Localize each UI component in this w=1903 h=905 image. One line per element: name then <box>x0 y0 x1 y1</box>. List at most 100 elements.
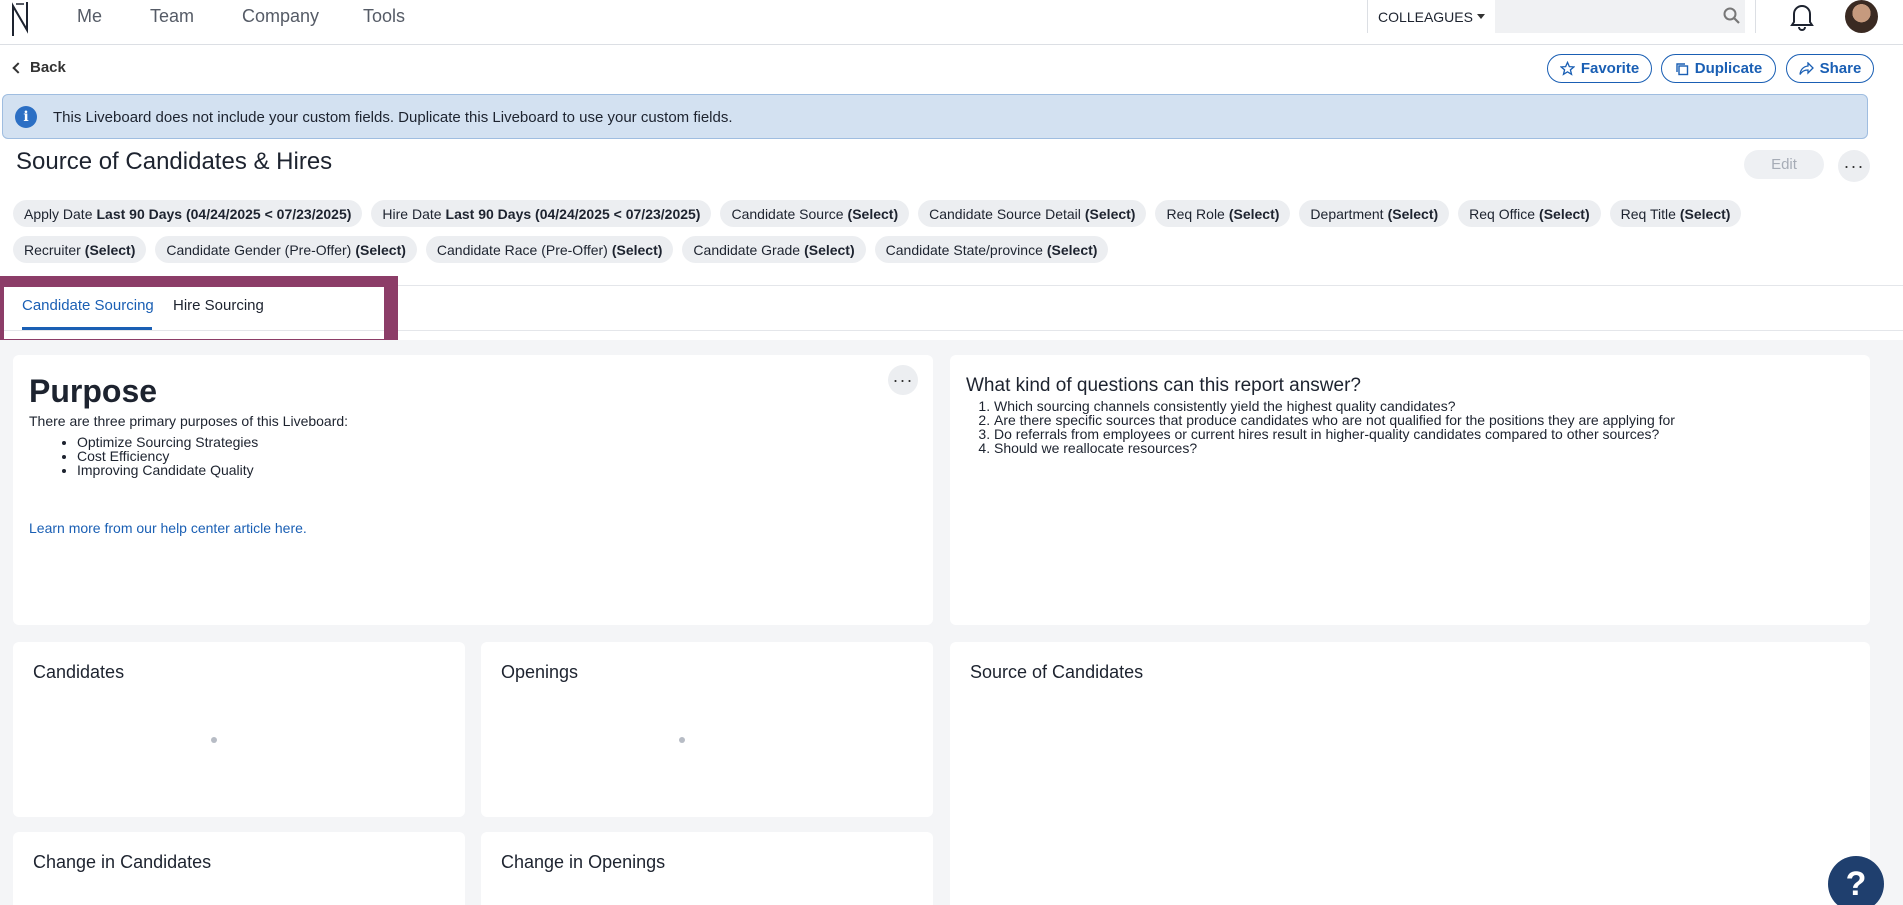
filter-name: Candidate Gender (Pre-Offer) <box>166 241 352 258</box>
filter-value: (Select) <box>1387 205 1439 222</box>
list-item: Cost Efficiency <box>77 449 258 463</box>
share-button[interactable]: Share <box>1786 54 1874 83</box>
card-title: Candidates <box>33 662 125 682</box>
nav-company[interactable]: Company <box>242 6 319 27</box>
filter-chip[interactable]: Req Office (Select) <box>1458 200 1601 227</box>
filter-value: (Select) <box>84 241 136 258</box>
filter-name: Candidate Race (Pre-Offer) <box>436 241 608 258</box>
filter-chip[interactable]: Req Title (Select) <box>1609 200 1742 227</box>
filter-value: (Select) <box>1228 205 1280 222</box>
questions-list: Which sourcing channels consistently yie… <box>994 399 1675 455</box>
filter-chip[interactable]: Candidate Race (Pre-Offer) (Select) <box>425 236 674 263</box>
filter-chip[interactable]: Req Role (Select) <box>1155 200 1291 227</box>
filter-chip[interactable]: Department (Select) <box>1299 200 1450 227</box>
favorite-button[interactable]: Favorite <box>1547 54 1652 83</box>
list-item: Which sourcing channels consistently yie… <box>994 399 1675 413</box>
change-in-openings-card[interactable]: Change in Openings <box>481 832 933 905</box>
list-item: Do referrals from employees or current h… <box>994 427 1675 441</box>
copy-icon <box>1676 62 1688 75</box>
filter-name: Req Office <box>1469 205 1536 222</box>
colleagues-label: COLLEAGUES <box>1378 8 1473 25</box>
filter-value: (Select) <box>1084 205 1136 222</box>
search-input[interactable] <box>1495 0 1745 33</box>
list-item: Improving Candidate Quality <box>77 463 258 477</box>
top-nav: Me Team Company Tools COLLEAGUES <box>0 0 1903 45</box>
edit-button[interactable]: Edit <box>1744 150 1824 179</box>
liveboard-canvas: Purpose There are three primary purposes… <box>0 340 1903 905</box>
nav-tools[interactable]: Tools <box>363 6 405 27</box>
star-icon <box>1559 61 1575 76</box>
search-icon[interactable] <box>1722 6 1742 26</box>
avatar[interactable] <box>1845 0 1878 33</box>
filter-value: (Select) <box>1679 205 1731 222</box>
filter-name: Recruiter <box>24 241 81 258</box>
filter-chip[interactable]: Hire Date Last 90 Days (04/24/2025 < 07/2… <box>371 200 712 227</box>
filter-value: (Select) <box>1539 205 1590 222</box>
filter-name: Apply Date <box>24 205 93 222</box>
loading-indicator <box>679 737 685 743</box>
filter-value: (Select) <box>804 241 855 258</box>
colleagues-dropdown[interactable]: COLLEAGUES <box>1367 0 1495 33</box>
change-in-candidates-card[interactable]: Change in Candidates <box>13 832 465 905</box>
filter-chip[interactable]: Recruiter (Select) <box>13 236 147 263</box>
card-title: Openings <box>501 662 579 682</box>
filter-chip[interactable]: Candidate Source (Select) <box>720 200 910 227</box>
filter-value: (Select) <box>1046 241 1098 258</box>
back-button[interactable]: Back <box>12 59 66 76</box>
filter-chip[interactable]: Apply Date Last 90 Days (04/24/2025 < 07/… <box>13 200 363 227</box>
filter-name: Hire Date <box>382 205 442 222</box>
purpose-card: Purpose There are three primary purposes… <box>13 355 933 625</box>
banner-text: This Liveboard does not include your cus… <box>53 109 733 126</box>
share-icon <box>1798 61 1814 75</box>
candidates-card[interactable]: Candidates <box>13 642 465 817</box>
source-of-candidates-card[interactable]: Source of Candidates <box>950 642 1870 905</box>
share-label: Share <box>1819 60 1862 77</box>
filter-chip[interactable]: Candidate Gender (Pre-Offer) (Select) <box>155 236 417 263</box>
filter-chip[interactable]: Candidate Grade (Select) <box>682 236 866 263</box>
card-title: Change in Candidates <box>33 852 212 872</box>
list-item: Should we reallocate resources? <box>994 441 1675 455</box>
nav-team[interactable]: Team <box>150 6 194 27</box>
filter-name: Candidate Source Detail <box>929 205 1081 222</box>
help-center-link[interactable]: Learn more from our help center article … <box>29 520 307 536</box>
filter-value: (Select) <box>611 241 663 258</box>
filter-value: (Select) <box>355 241 406 258</box>
logo-icon[interactable] <box>10 0 32 38</box>
info-icon: i <box>15 106 37 128</box>
favorite-label: Favorite <box>1580 60 1640 77</box>
more-icon: ··· <box>1843 155 1865 176</box>
more-options-button[interactable]: ··· <box>1838 150 1870 182</box>
bell-icon[interactable] <box>1788 1 1816 31</box>
filter-value: Last 90 Days (04/24/2025 < 07/23/2025) <box>445 205 701 222</box>
nav-separator <box>1755 0 1756 33</box>
duplicate-label: Duplicate <box>1694 60 1763 77</box>
purpose-intro: There are three primary purposes of this… <box>29 413 349 429</box>
purpose-heading: Purpose <box>29 373 158 409</box>
filter-value: (Select) <box>847 205 899 222</box>
card-title: Change in Openings <box>501 852 666 872</box>
filter-chip[interactable]: Candidate Source Detail (Select) <box>918 200 1147 227</box>
back-label: Back <box>30 59 66 76</box>
filter-chip[interactable]: Candidate State/province (Select) <box>874 236 1109 263</box>
filter-name: Department <box>1310 205 1384 222</box>
info-banner: i This Liveboard does not include your c… <box>2 94 1868 139</box>
filter-name: Candidate Grade <box>693 241 801 258</box>
page-title: Source of Candidates & Hires <box>16 148 333 175</box>
loading-indicator <box>211 737 217 743</box>
card-more-button[interactable]: ··· <box>888 365 918 395</box>
duplicate-button[interactable]: Duplicate <box>1661 54 1776 83</box>
purpose-list: Optimize Sourcing Strategies Cost Effici… <box>77 435 258 477</box>
filter-name: Candidate Source <box>731 205 844 222</box>
chevron-left-icon <box>12 62 24 74</box>
nav-me[interactable]: Me <box>77 6 102 27</box>
questions-card: What kind of questions can this report a… <box>950 355 1870 625</box>
card-title: Source of Candidates <box>970 662 1144 682</box>
filter-value: Last 90 Days (04/24/2025 < 07/23/2025) <box>96 205 352 222</box>
more-icon: ··· <box>892 369 914 390</box>
questions-heading: What kind of questions can this report a… <box>966 375 1361 396</box>
filter-chips: Apply Date Last 90 Days (04/24/2025 < 07/… <box>13 200 1863 263</box>
openings-card[interactable]: Openings <box>481 642 933 817</box>
caret-down-icon <box>1476 14 1485 19</box>
help-button[interactable]: ? <box>1828 856 1884 905</box>
filter-name: Req Role <box>1166 205 1225 222</box>
